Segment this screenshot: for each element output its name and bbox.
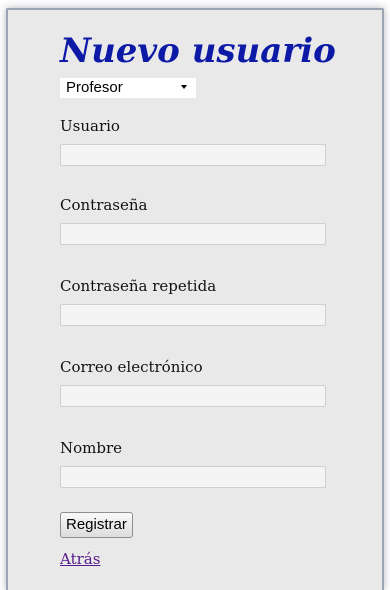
contrasena-input[interactable] — [60, 223, 326, 245]
register-button[interactable]: Registrar — [60, 512, 133, 538]
field-contrasena: Contraseña — [60, 196, 340, 245]
form-content: Nuevo usuario Profesor Usuario Contraseñ… — [60, 30, 340, 568]
chevron-down-icon — [181, 85, 187, 89]
correo-input[interactable] — [60, 385, 326, 407]
nombre-input[interactable] — [60, 466, 326, 488]
field-usuario: Usuario — [60, 117, 340, 166]
form-panel: Nuevo usuario Profesor Usuario Contraseñ… — [6, 8, 384, 590]
role-select[interactable]: Profesor — [60, 78, 196, 98]
nombre-label: Nombre — [60, 439, 123, 457]
correo-label: Correo electrónico — [60, 358, 203, 376]
back-link[interactable]: Atrás — [60, 550, 100, 568]
field-correo: Correo electrónico — [60, 358, 340, 407]
contrasena-repetida-input[interactable] — [60, 304, 326, 326]
contrasena-label: Contraseña — [60, 196, 148, 214]
field-nombre: Nombre — [60, 439, 340, 488]
usuario-label: Usuario — [60, 117, 120, 135]
contrasena-repetida-label: Contraseña repetida — [60, 277, 217, 295]
field-contrasena-repetida: Contraseña repetida — [60, 277, 340, 326]
page-title: Nuevo usuario — [60, 31, 336, 71]
role-select-value: Profesor — [66, 79, 123, 96]
usuario-input[interactable] — [60, 144, 326, 166]
